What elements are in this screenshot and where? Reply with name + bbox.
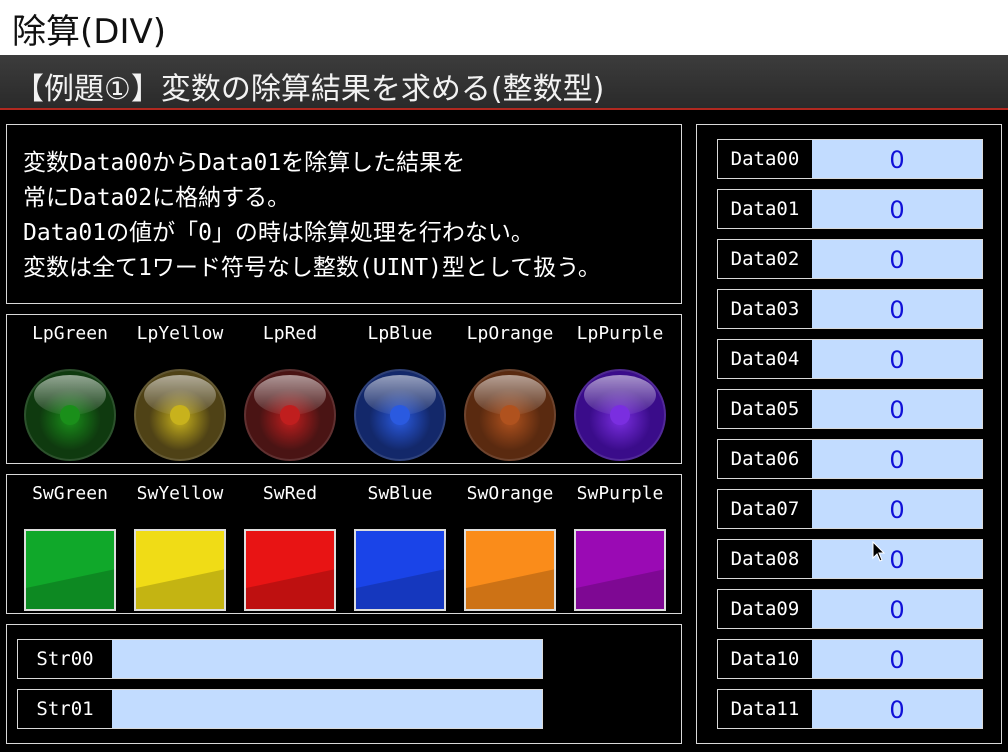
string-value-field[interactable] [112,690,542,728]
mouse-pointer-icon [872,541,886,562]
data-label: Data03 [718,290,812,328]
data-row-data03[interactable]: Data03 0 [717,289,983,329]
switch-swgreen: SwGreen [15,483,125,611]
switch-label: SwOrange [466,483,554,504]
switch-button[interactable] [574,529,666,611]
string-row-str01[interactable]: Str01 [17,689,543,729]
data-row-data09[interactable]: Data09 0 [717,589,983,629]
switch-swyellow: SwYellow [125,483,235,611]
data-row-data02[interactable]: Data02 0 [717,239,983,279]
switch-button[interactable] [464,529,556,611]
data-row-data10[interactable]: Data10 0 [717,639,983,679]
data-panel: Data00 0 Data01 0 Data02 0 Data03 0 Data04 0 Data0… [696,124,1002,744]
data-row-data11[interactable]: Data11 0 [717,689,983,729]
data-label: Data07 [718,490,812,528]
lamp-lpred: LpRed [235,323,345,461]
data-value-field[interactable]: 0 [812,140,982,178]
data-label: Data06 [718,440,812,478]
lamp-lpblue: LpBlue [345,323,455,461]
data-row-data00[interactable]: Data00 0 [717,139,983,179]
switch-label: SwBlue [367,483,433,504]
data-row-data08[interactable]: Data08 0 [717,539,983,579]
description-line: 変数は全て1ワード符号なし整数(UINT)型として扱う。 [23,255,601,281]
string-row-str00[interactable]: Str00 [17,639,543,679]
switch-label: SwGreen [32,483,108,504]
lamp-indicator [464,369,556,461]
lamp-indicator [244,369,336,461]
data-row-data05[interactable]: Data05 0 [717,389,983,429]
data-label: Data08 [718,540,812,578]
data-value-field[interactable]: 0 [812,340,982,378]
lamp-label: LpYellow [136,323,224,344]
lamp-label: LpOrange [466,323,554,344]
data-value-field[interactable]: 0 [812,190,982,228]
data-value-field[interactable]: 0 [812,640,982,678]
data-label: Data10 [718,640,812,678]
lamp-indicator [24,369,116,461]
data-value-field[interactable]: 0 [812,540,982,578]
string-label: Str00 [18,640,112,678]
data-row-data04[interactable]: Data04 0 [717,339,983,379]
string-value-field[interactable] [112,640,542,678]
description-panel: 変数Data00からData01を除算した結果を 常にData02に格納する。 … [6,124,682,304]
data-label: Data01 [718,190,812,228]
example-header: 【例題①】変数の除算結果を求める(整数型) [0,55,1008,110]
data-value-field[interactable]: 0 [812,690,982,728]
data-label: Data05 [718,390,812,428]
switch-button[interactable] [244,529,336,611]
title-bar: 除算(DIV) [0,0,1008,55]
page-title: 除算(DIV) [12,12,166,52]
data-label: Data04 [718,340,812,378]
data-value-field[interactable]: 0 [812,490,982,528]
lamp-lpgreen: LpGreen [15,323,125,461]
lamp-lporange: LpOrange [455,323,565,461]
data-row-data06[interactable]: Data06 0 [717,439,983,479]
switch-button[interactable] [354,529,446,611]
switch-button[interactable] [24,529,116,611]
lamp-label: LpGreen [32,323,108,344]
switch-button[interactable] [134,529,226,611]
switch-label: SwPurple [576,483,664,504]
lamp-label: LpRed [262,323,318,344]
switch-label: SwYellow [136,483,224,504]
data-value-field[interactable]: 0 [812,440,982,478]
data-row-data01[interactable]: Data01 0 [717,189,983,229]
description-line: Data01の値が「0」の時は除算処理を行わない。 [23,220,534,246]
lamp-indicator [574,369,666,461]
string-label: Str01 [18,690,112,728]
data-label: Data11 [718,690,812,728]
description-line: 変数Data00からData01を除算した結果を [23,150,466,176]
data-label: Data00 [718,140,812,178]
data-value-field[interactable]: 0 [812,290,982,328]
data-value-field[interactable]: 0 [812,240,982,278]
example-title: 【例題①】変数の除算結果を求める(整数型) [14,72,605,107]
switch-swpurple: SwPurple [565,483,675,611]
string-panel: Str00 Str01 [6,624,682,744]
data-label: Data09 [718,590,812,628]
switch-panel: SwGreen SwYellow SwRed SwBlue SwOrange SwPurp… [6,474,682,614]
switch-swblue: SwBlue [345,483,455,611]
data-label: Data02 [718,240,812,278]
lamp-indicator [134,369,226,461]
lamp-label: LpPurple [576,323,664,344]
description-line: 常にData02に格納する。 [23,185,291,211]
lamp-lpyellow: LpYellow [125,323,235,461]
data-value-field[interactable]: 0 [812,390,982,428]
switch-sworange: SwOrange [455,483,565,611]
data-row-data07[interactable]: Data07 0 [717,489,983,529]
lamp-lppurple: LpPurple [565,323,675,461]
lamp-label: LpBlue [367,323,433,344]
switch-swred: SwRed [235,483,345,611]
switch-label: SwRed [262,483,318,504]
lamp-panel: LpGreen LpYellow LpRed LpBlue LpOrange LpPurp… [6,314,682,464]
lamp-indicator [354,369,446,461]
data-value-field[interactable]: 0 [812,590,982,628]
